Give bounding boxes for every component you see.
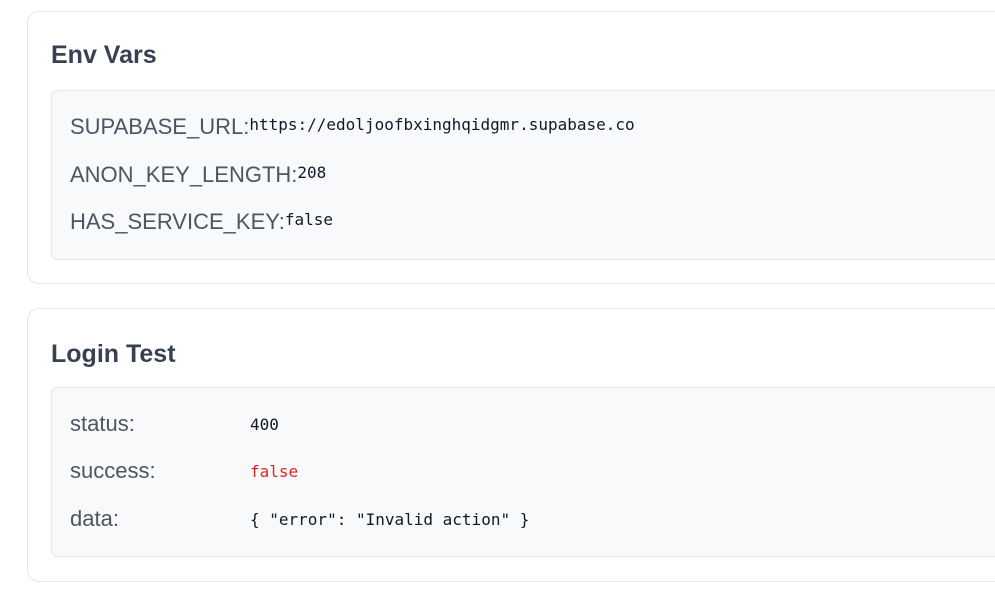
- env-vars-card: Env Vars SUPABASE_URL: https://edoljoofb…: [27, 11, 995, 284]
- env-row-has-service-key: HAS_SERVICE_KEY: false: [70, 209, 333, 235]
- login-value: 400: [250, 415, 279, 434]
- login-value: { "error": "Invalid action" }: [250, 510, 530, 529]
- env-value: 208: [297, 163, 327, 182]
- login-test-title: Login Test: [51, 340, 176, 368]
- env-row-supabase-url: SUPABASE_URL: https://edoljoofbxinghqidg…: [70, 114, 635, 140]
- env-vars-title: Env Vars: [51, 41, 157, 69]
- login-label: status:: [70, 411, 135, 436]
- env-value: https://edoljoofbxinghqidgmr.supabase.co: [249, 115, 635, 134]
- login-label: success:: [70, 458, 156, 483]
- login-row-status: status: 400: [70, 411, 279, 437]
- login-test-box: status: 400 success: false data: { "erro…: [51, 387, 995, 557]
- env-vars-box: SUPABASE_URL: https://edoljoofbxinghqidg…: [51, 90, 995, 260]
- env-label: HAS_SERVICE_KEY:: [70, 209, 285, 234]
- env-value: false: [284, 210, 333, 229]
- login-row-success: success: false: [70, 458, 298, 484]
- env-label: SUPABASE_URL:: [70, 114, 250, 139]
- login-label: data:: [70, 506, 119, 531]
- login-row-data: data: { "error": "Invalid action" }: [70, 506, 529, 532]
- env-row-anon-key-length: ANON_KEY_LENGTH: 208: [70, 162, 326, 188]
- login-value: false: [250, 462, 299, 481]
- env-label: ANON_KEY_LENGTH:: [70, 162, 298, 187]
- login-test-card: Login Test status: 400 success: false da…: [27, 308, 995, 582]
